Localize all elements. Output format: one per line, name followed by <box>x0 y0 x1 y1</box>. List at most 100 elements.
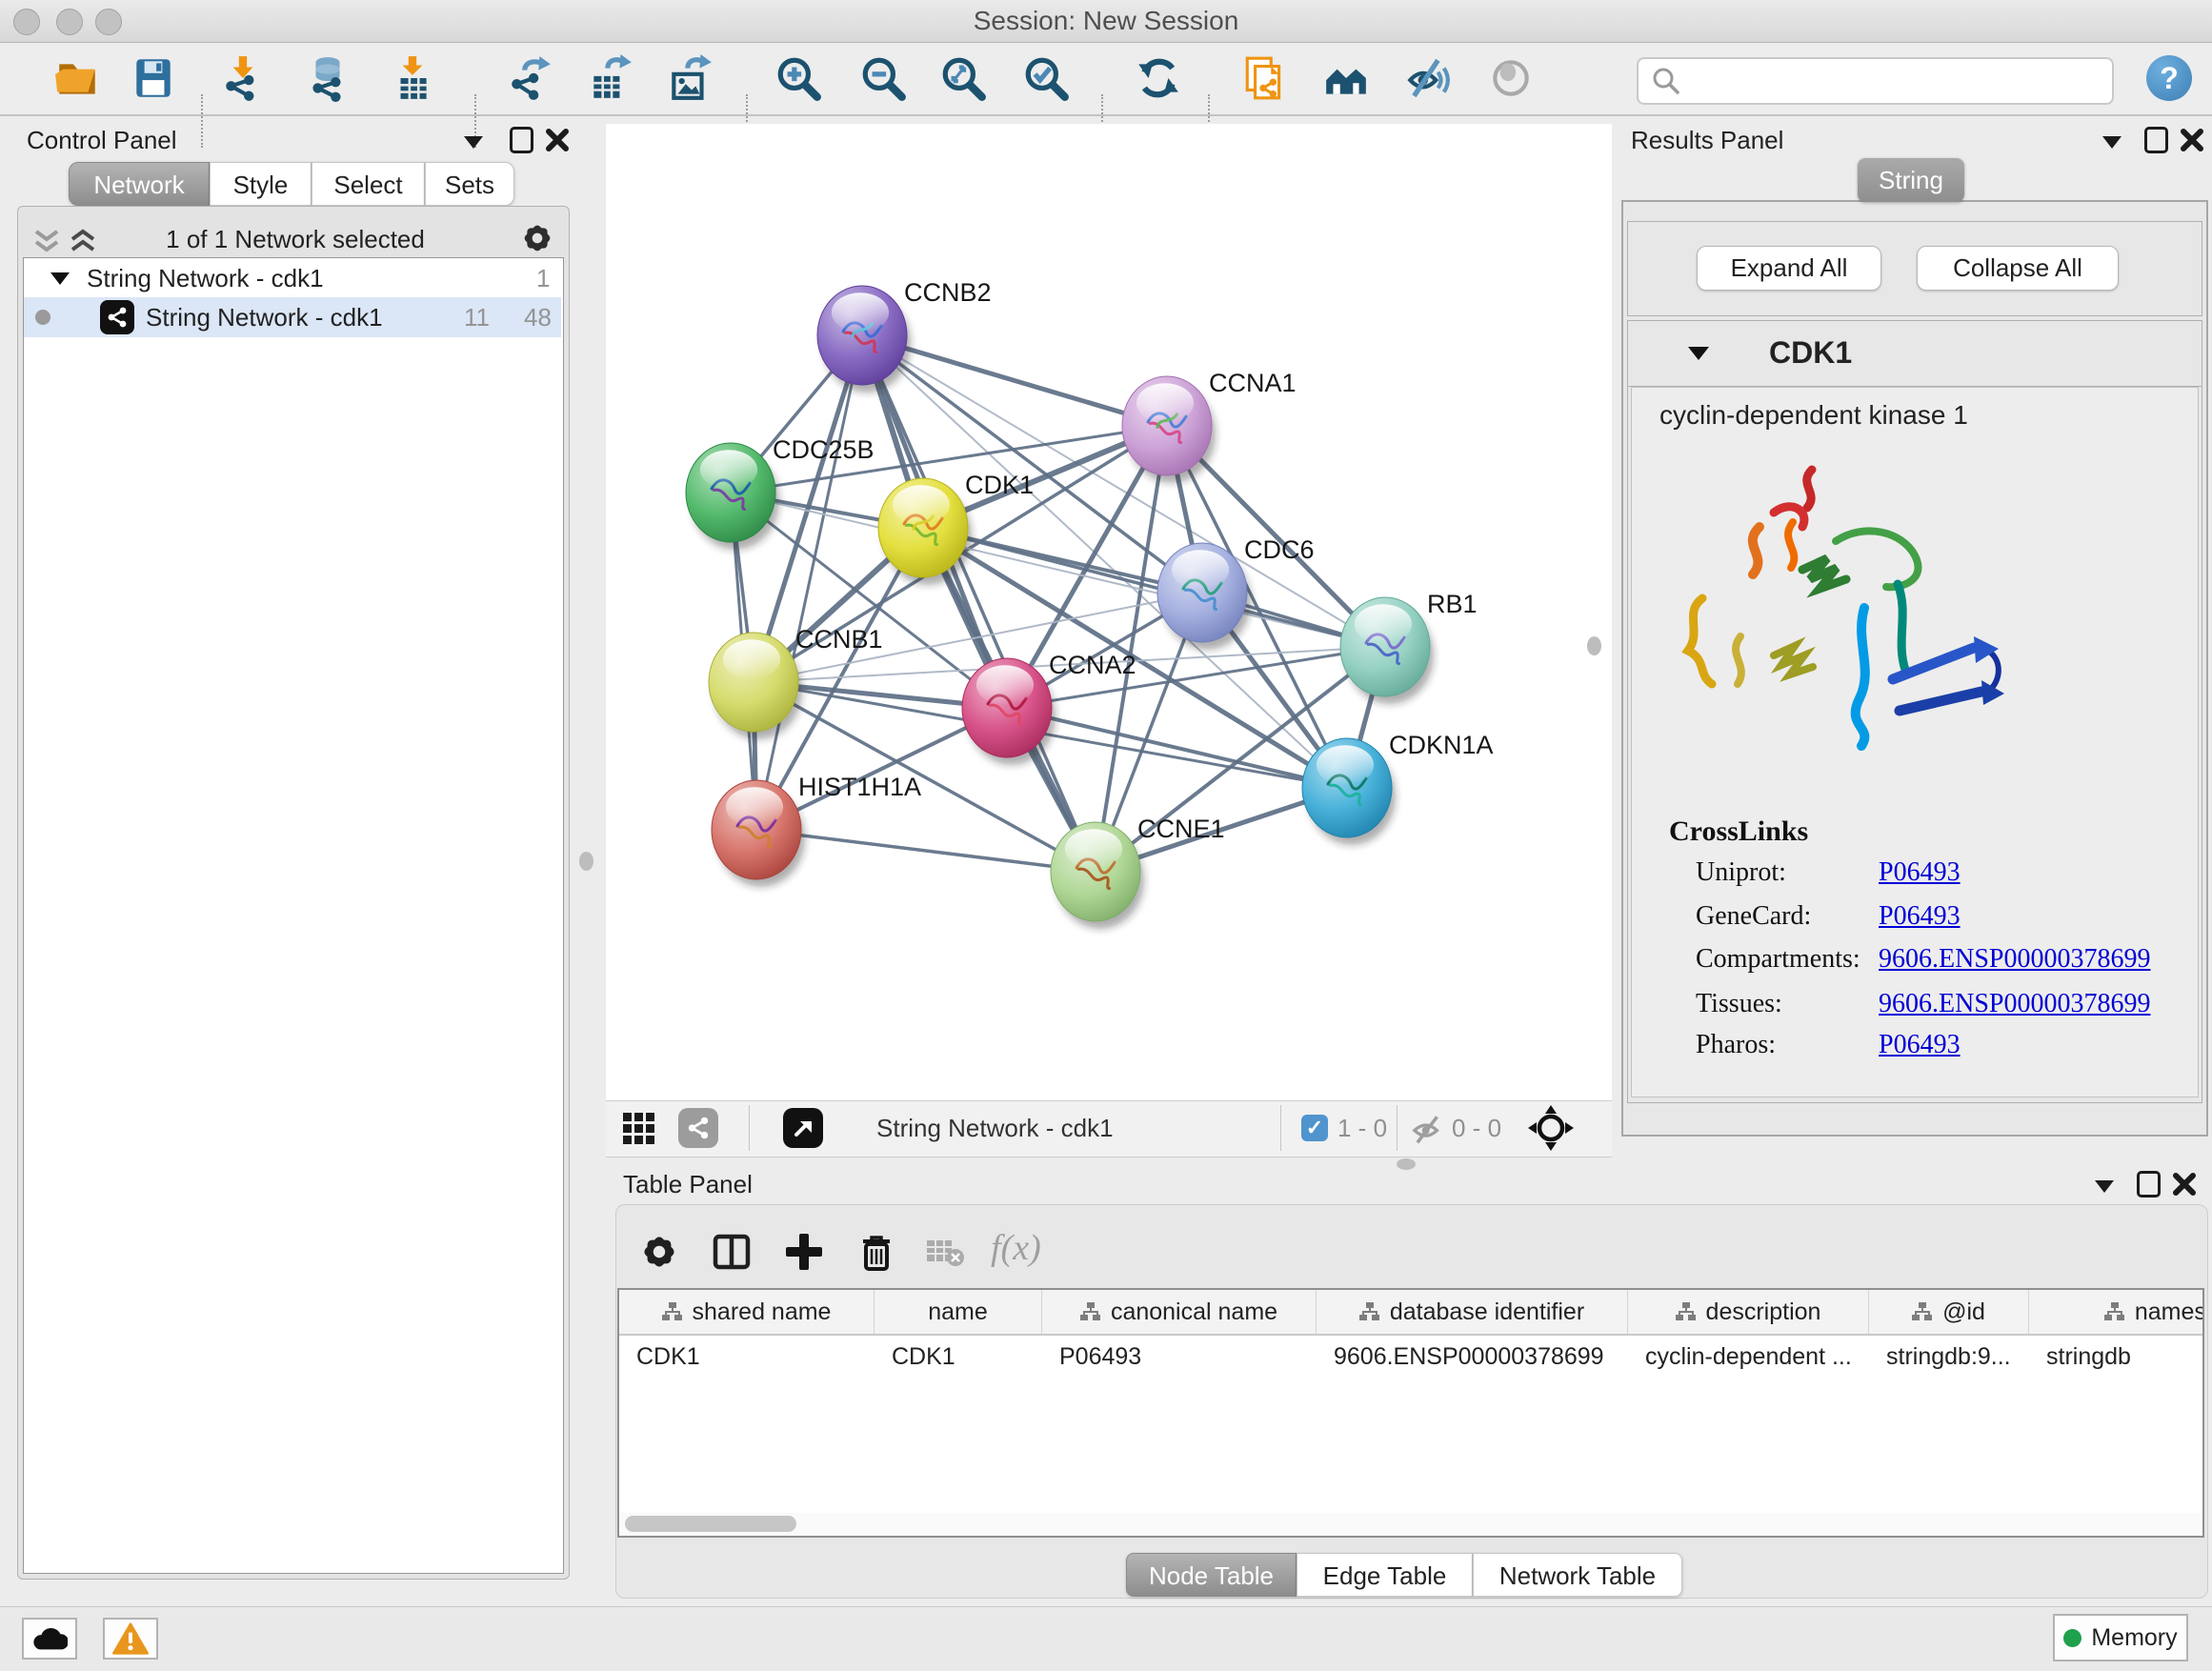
column-header-description[interactable]: description <box>1628 1290 1869 1334</box>
import-table-button[interactable] <box>388 53 437 103</box>
results-panel-float-button[interactable] <box>2096 128 2128 156</box>
node-CCNB2[interactable] <box>817 286 911 393</box>
node-CCNE1[interactable] <box>1051 822 1144 929</box>
collapse-all-networks-button[interactable] <box>32 229 61 255</box>
node-RB1[interactable] <box>1340 597 1434 704</box>
column-header-id[interactable]: @id <box>1869 1290 2029 1334</box>
splitter-handle-right[interactable] <box>1587 636 1601 655</box>
selected-nodes-checkbox[interactable]: ✓ <box>1301 1115 1328 1141</box>
column-header-database-identifier[interactable]: database identifier <box>1317 1290 1628 1334</box>
cell-database-identifier[interactable]: 9606.ENSP00000378699 <box>1317 1336 1628 1378</box>
birdseye-view-button[interactable] <box>678 1108 718 1148</box>
cell-shared-name[interactable]: CDK1 <box>619 1336 875 1378</box>
fit-content-button[interactable] <box>1528 1105 1574 1151</box>
open-session-button[interactable] <box>52 53 102 103</box>
table-panel-maximize-button[interactable] <box>2132 1170 2164 1198</box>
column-header-name[interactable]: name <box>875 1290 1042 1334</box>
apply-layout-button[interactable] <box>1134 53 1183 103</box>
show-columns-button[interactable] <box>707 1227 756 1277</box>
network-panel-options-button[interactable] <box>520 221 554 255</box>
hidden-elements-button[interactable] <box>1410 1111 1446 1147</box>
column-header-namespace[interactable]: namespace <box>2029 1290 2204 1334</box>
node-table[interactable]: shared name name canonical name database… <box>617 1288 2204 1538</box>
cell-canonical-name[interactable]: P06493 <box>1042 1336 1317 1378</box>
memory-button[interactable]: Memory <box>2053 1614 2188 1661</box>
tab-string[interactable]: String <box>1858 158 1964 202</box>
node-CDC25B[interactable] <box>686 443 779 550</box>
warnings-button[interactable] <box>103 1618 158 1660</box>
scrollbar-thumb[interactable] <box>625 1516 796 1532</box>
splitter-handle-bottom[interactable] <box>1397 1158 1416 1170</box>
cell-description[interactable]: cyclin-dependent ... <box>1628 1336 1869 1378</box>
uniprot-link[interactable]: P06493 <box>1879 857 1961 888</box>
collapse-all-button[interactable]: Collapse All <box>1917 246 2119 291</box>
edge-CDK1-RB1[interactable] <box>923 528 1385 647</box>
grid-view-button[interactable] <box>621 1111 657 1147</box>
zoom-fit-button[interactable] <box>938 53 988 103</box>
table-horizontal-scrollbar[interactable] <box>619 1513 2201 1536</box>
control-panel-maximize-button[interactable] <box>505 126 537 154</box>
table-panel-close-button[interactable] <box>2168 1170 2201 1198</box>
cloud-status-button[interactable] <box>22 1618 77 1660</box>
gene-description: cyclin-dependent kinase 1 <box>1659 400 1968 431</box>
node-HIST1H1A[interactable] <box>712 780 805 887</box>
tab-select[interactable]: Select <box>312 162 425 206</box>
cell-namespace[interactable]: stringdb <box>2029 1336 2204 1378</box>
import-network-file-button[interactable] <box>218 53 268 103</box>
zoom-selected-button[interactable] <box>1021 53 1071 103</box>
tab-node-table[interactable]: Node Table <box>1126 1553 1297 1597</box>
cell-id[interactable]: stringdb:9... <box>1869 1336 2029 1378</box>
expand-all-button[interactable]: Expand All <box>1697 246 1881 291</box>
node-CDKN1A[interactable] <box>1302 738 1396 845</box>
search-input[interactable] <box>1690 67 2112 95</box>
help-button[interactable]: ? <box>2146 55 2192 101</box>
graphics-details-button[interactable] <box>1486 53 1536 103</box>
zoom-in-button[interactable] <box>774 53 823 103</box>
clone-network-button[interactable] <box>1240 53 1290 103</box>
import-network-database-button[interactable] <box>303 53 352 103</box>
hide-graphics-button[interactable] <box>1403 53 1453 103</box>
network-row-selected[interactable]: String Network - cdk1 11 48 <box>24 297 561 337</box>
table-panel-float-button[interactable] <box>2088 1172 2121 1200</box>
tab-style[interactable]: Style <box>210 162 312 206</box>
export-table-button[interactable] <box>585 53 634 103</box>
tab-edge-table[interactable]: Edge Table <box>1297 1553 1473 1597</box>
tissues-link[interactable]: 9606.ENSP00000378699 <box>1879 989 2150 1019</box>
add-column-button[interactable] <box>779 1227 829 1277</box>
cell-name[interactable]: CDK1 <box>875 1336 1042 1378</box>
node-CCNA2[interactable] <box>962 658 1056 765</box>
tab-sets[interactable]: Sets <box>425 162 514 206</box>
home-networks-button[interactable] <box>1321 53 1371 103</box>
splitter-handle-left[interactable] <box>579 852 593 871</box>
node-CDK1[interactable] <box>878 478 972 585</box>
control-panel-float-button[interactable] <box>457 128 490 156</box>
zoom-in-icon <box>774 54 822 102</box>
save-session-button[interactable] <box>129 53 178 103</box>
section-collapse-icon[interactable] <box>1688 347 1709 360</box>
tab-network-table[interactable]: Network Table <box>1473 1553 1682 1597</box>
table-options-button[interactable] <box>634 1227 684 1277</box>
compartments-link[interactable]: 9606.ENSP00000378699 <box>1879 944 2150 975</box>
network-collection-row[interactable]: String Network - cdk1 1 <box>24 261 561 297</box>
expand-all-networks-button[interactable] <box>69 229 97 255</box>
zoom-out-button[interactable] <box>858 53 908 103</box>
genecard-link[interactable]: P06493 <box>1879 901 1961 932</box>
results-panel-maximize-button[interactable] <box>2140 126 2172 154</box>
export-network-button[interactable] <box>506 53 555 103</box>
node-CCNA1[interactable] <box>1122 376 1216 483</box>
chevron-down-icon <box>2095 1180 2114 1193</box>
column-header-canonical-name[interactable]: canonical name <box>1042 1290 1317 1334</box>
edge-HIST1H1A-CCNE1[interactable] <box>756 830 1096 872</box>
gene-section-header[interactable] <box>1627 320 2202 387</box>
control-panel-close-button[interactable] <box>541 126 573 154</box>
table-row[interactable]: CDK1 CDK1 P06493 9606.ENSP00000378699 cy… <box>619 1336 2202 1378</box>
network-canvas[interactable]: CCNB2CCNA1CDC25BCDK1CDC6RB1CCNB1CCNA2CDK… <box>606 124 1612 1100</box>
results-panel-close-button[interactable] <box>2176 126 2208 154</box>
pharos-link[interactable]: P06493 <box>1879 1030 1961 1060</box>
detach-view-button[interactable] <box>783 1108 823 1148</box>
tab-network[interactable]: Network <box>69 162 210 206</box>
tree-expand-icon[interactable] <box>50 272 70 285</box>
export-image-button[interactable] <box>665 53 714 103</box>
column-header-shared-name[interactable]: shared name <box>619 1290 875 1334</box>
delete-column-button[interactable] <box>852 1227 901 1277</box>
